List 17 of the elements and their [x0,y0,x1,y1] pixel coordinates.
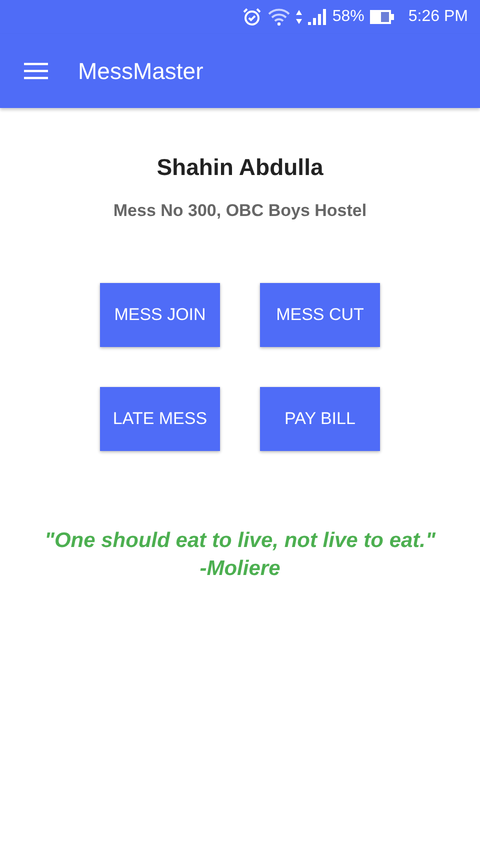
action-button[interactable]: MESS CUT [260,283,380,347]
alarm-icon [242,7,262,27]
quote-text: "One should eat to live, not live to eat." [44,528,436,554]
mess-info: Mess No 300, OBC Boys Hostel [113,201,367,221]
action-button[interactable]: LATE MESS [100,387,220,451]
user-name: Shahin Abdulla [156,154,324,181]
menu-icon[interactable] [24,62,48,80]
signal-icon [308,9,326,25]
data-arrows-icon [296,10,302,24]
battery-icon [370,10,394,24]
battery-percent: 58% [332,8,364,26]
app-title: MessMaster [78,58,204,84]
action-button[interactable]: MESS JOIN [100,283,220,347]
action-button[interactable]: PAY BILL [260,387,380,451]
clock: 5:26 PM [408,8,468,26]
wifi-icon [268,8,290,26]
quote-author: -Moliere [200,556,280,582]
